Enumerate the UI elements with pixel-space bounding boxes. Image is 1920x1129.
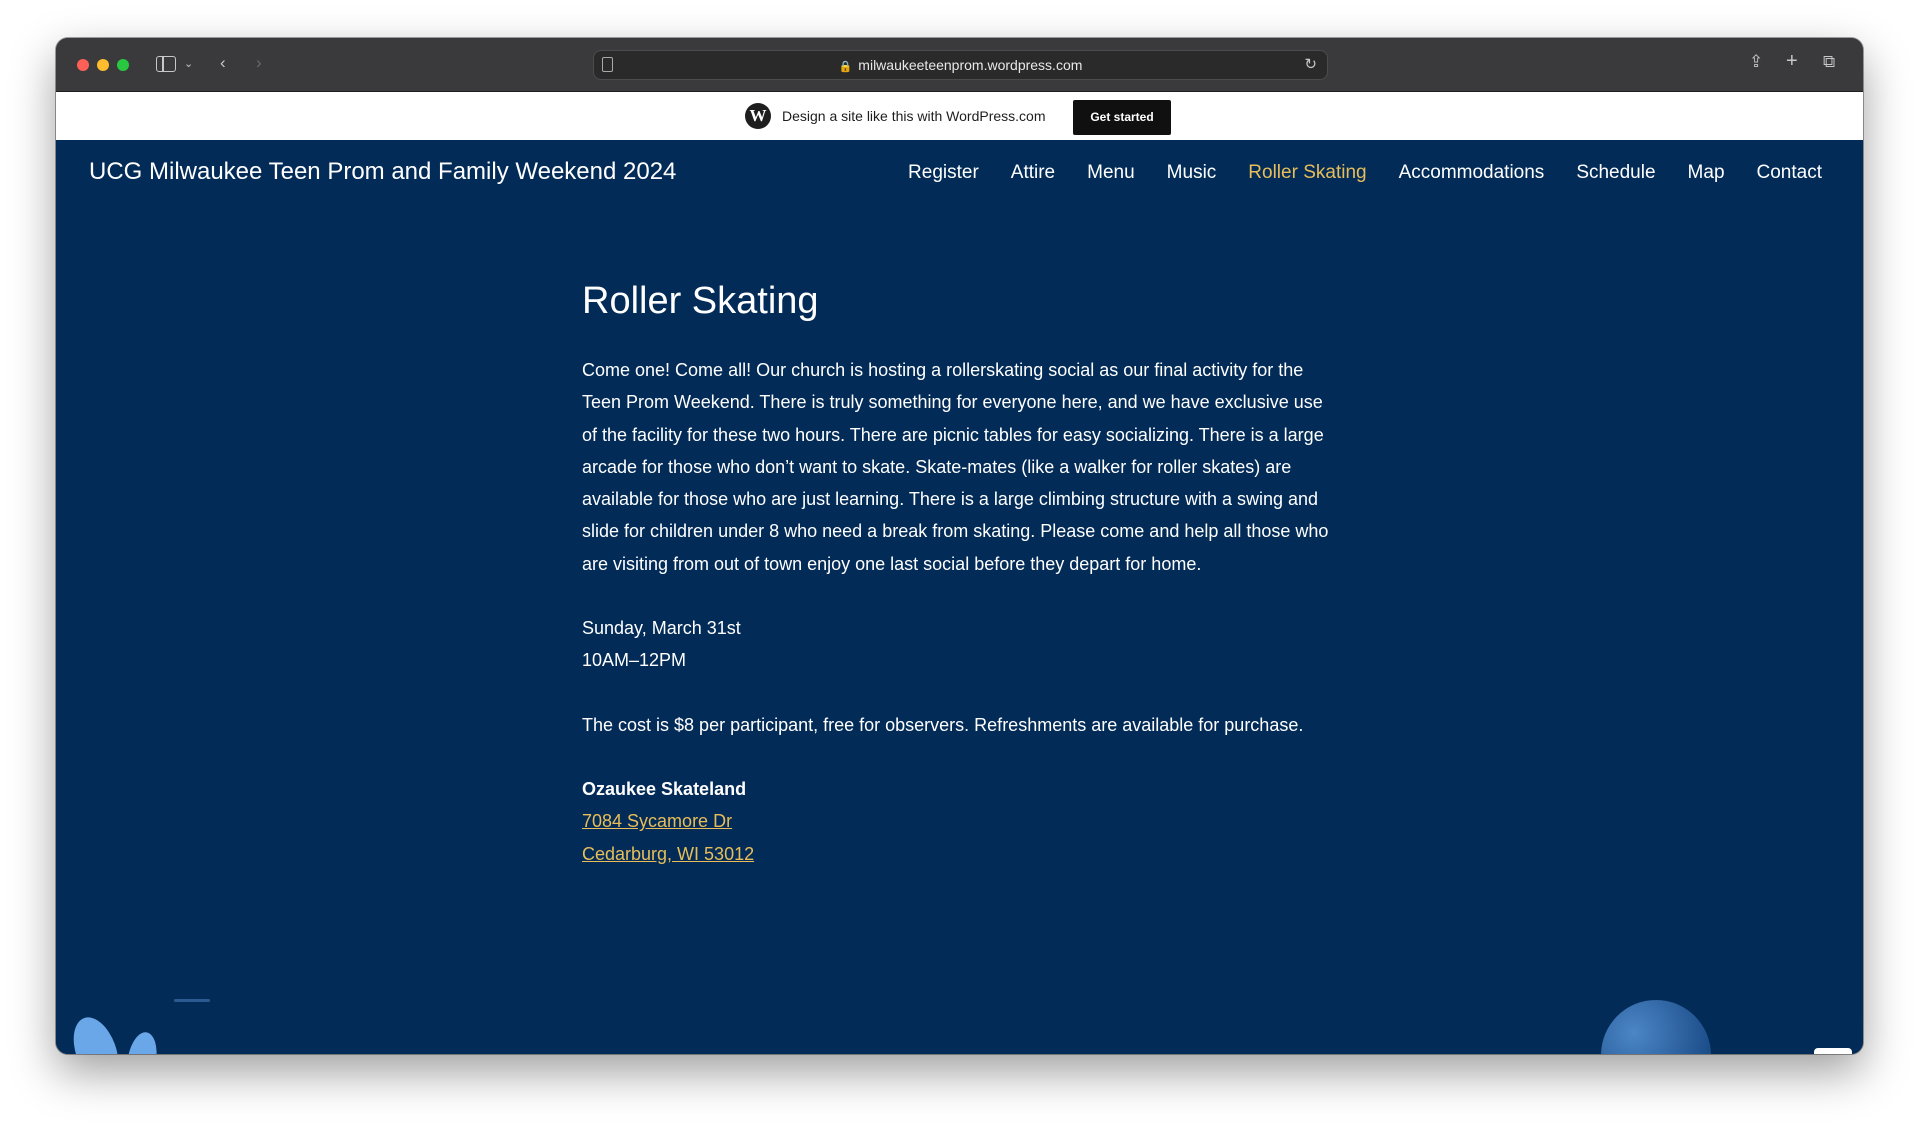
share-icon[interactable]: ⇪ <box>1749 52 1763 72</box>
wordpress-banner: W Design a site like this with WordPress… <box>56 92 1863 141</box>
venue-name: Ozaukee Skateland <box>582 778 747 799</box>
address-bar[interactable]: 🔒 milwaukeeteenprom.wordpress.com ↻ <box>593 50 1328 80</box>
new-tab-icon[interactable]: + <box>1786 51 1798 71</box>
back-arrow-icon[interactable]: ‹ <box>220 53 226 73</box>
more-options-button[interactable]: ⋯ <box>1814 1048 1852 1054</box>
get-started-button[interactable]: Get started <box>1073 100 1171 135</box>
tab-overview-icon[interactable]: ⧉ <box>1823 52 1835 72</box>
intro-paragraph: Come one! Come all! Our church is hostin… <box>582 360 1329 574</box>
browser-toolbar: ⌄ ‹ › 🔒 milwaukeeteenprom.wordpress.com ↻… <box>56 38 1863 92</box>
nav-item-menu[interactable]: Menu <box>1087 162 1135 184</box>
site-page: UCG Milwaukee Teen Prom and Family Weeke… <box>56 140 1863 1054</box>
reload-icon[interactable]: ↻ <box>1304 51 1317 79</box>
decorative-line <box>174 999 210 1002</box>
decorative-shape <box>123 1029 161 1054</box>
nav-item-accommodations[interactable]: Accommodations <box>1399 162 1545 184</box>
browser-window: ⌄ ‹ › 🔒 milwaukeeteenprom.wordpress.com ↻… <box>56 38 1863 1054</box>
nav-item-attire[interactable]: Attire <box>1011 162 1055 184</box>
wordpress-logo-icon: W <box>745 103 771 129</box>
reader-icon[interactable] <box>602 57 613 72</box>
url-text: milwaukeeteenprom.wordpress.com <box>858 57 1083 73</box>
address-line1-link[interactable]: 7084 Sycamore Dr <box>582 811 732 831</box>
chevron-down-icon[interactable]: ⌄ <box>184 54 193 74</box>
page-content: Roller Skating Come one! Come all! Our c… <box>582 278 1342 902</box>
nav-item-contact[interactable]: Contact <box>1757 162 1822 184</box>
page-title: Roller Skating <box>582 280 819 322</box>
lock-icon: 🔒 <box>838 61 853 73</box>
nav-item-map[interactable]: Map <box>1688 162 1725 184</box>
event-time: 10AM–12PM <box>582 650 687 671</box>
event-date: Sunday, March 31st <box>582 618 741 639</box>
cost-paragraph: The cost is $8 per participant, free for… <box>582 714 1304 735</box>
site-title[interactable]: UCG Milwaukee Teen Prom and Family Weeke… <box>89 158 676 186</box>
nav-item-schedule[interactable]: Schedule <box>1576 162 1655 184</box>
address-line2-link[interactable]: Cedarburg, WI 53012 <box>582 844 754 864</box>
close-window-button[interactable] <box>77 59 89 71</box>
forward-arrow-icon[interactable]: › <box>256 53 262 73</box>
event-time-paragraph: Sunday, March 31st 10AM–12PM <box>582 612 1342 677</box>
sidebar-toggle-icon[interactable] <box>156 56 176 72</box>
nav-item-music[interactable]: Music <box>1167 162 1217 184</box>
wordpress-banner-text[interactable]: Design a site like this with WordPress.c… <box>782 108 1046 124</box>
decorative-shape <box>65 1011 127 1054</box>
nav-item-register[interactable]: Register <box>908 162 979 184</box>
minimize-window-button[interactable] <box>97 59 109 71</box>
venue-paragraph: Ozaukee Skateland 7084 Sycamore Dr Cedar… <box>582 773 1342 870</box>
zoom-window-button[interactable] <box>117 59 129 71</box>
nav-item-roller-skating[interactable]: Roller Skating <box>1248 162 1366 184</box>
decorative-bubble <box>1601 1000 1711 1054</box>
main-navigation: Register Attire Menu Music Roller Skatin… <box>908 162 1822 184</box>
